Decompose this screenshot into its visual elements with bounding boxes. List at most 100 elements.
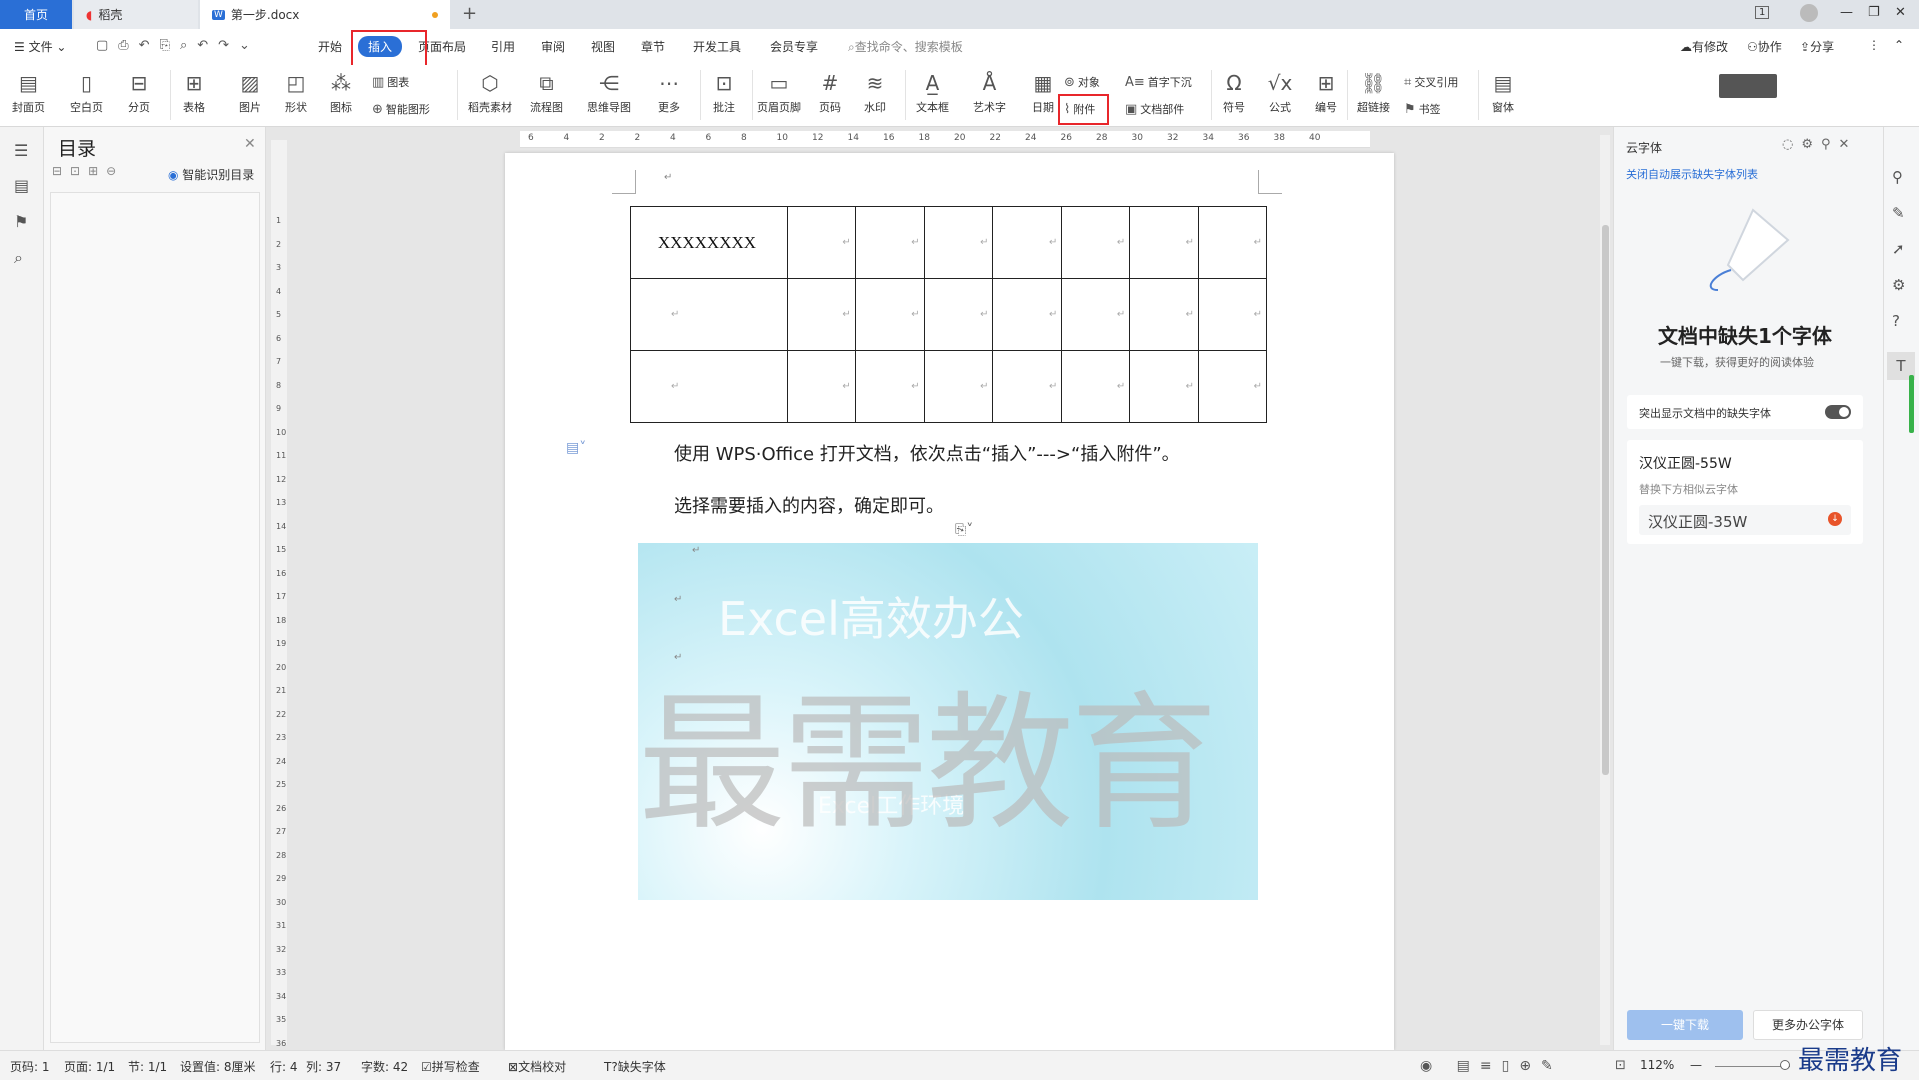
hyperlink-button[interactable]: ⛓ 超链接 [1357, 70, 1390, 115]
share-button[interactable]: ⇪分享 [1800, 38, 1834, 55]
cursor-icon[interactable]: ➚ [1892, 240, 1905, 258]
zoom-slider[interactable] [1715, 1066, 1790, 1067]
more-fonts-button[interactable]: 更多办公字体 [1753, 1010, 1863, 1040]
table-cell[interactable]: ↵ [992, 350, 1063, 423]
dropcap-button[interactable]: A≡ 首字下沉 [1125, 74, 1192, 90]
icon-button[interactable]: ⁂ 图标 [328, 70, 354, 115]
mindmap-button[interactable]: ⋲ 思维导图 [587, 70, 631, 115]
restore-button[interactable]: ❐ [1868, 5, 1880, 20]
status-row[interactable]: 行: 4 [270, 1058, 298, 1075]
status-section[interactable]: 节: 1/1 [128, 1058, 167, 1075]
more-menu-icon[interactable]: ⋮ [1868, 38, 1880, 52]
rocket-icon[interactable]: ⚲ [1892, 168, 1903, 186]
docer-material-button[interactable]: ⬡ 稻壳素材 [468, 70, 512, 115]
new-tab-button[interactable]: + [462, 3, 477, 24]
watermark-button[interactable]: ≋ 水印 [862, 70, 888, 115]
table-cell[interactable]: ↵ [923, 278, 994, 351]
crossref-button[interactable]: ⌗ 交叉引用 [1404, 74, 1458, 90]
table-cell[interactable]: ↵ [786, 206, 856, 279]
wordart-button[interactable]: Å 艺术字 [973, 70, 1006, 115]
tab-references[interactable]: 引用 [491, 38, 515, 55]
smartart-button[interactable]: ⊕ 智能图形 [372, 101, 430, 117]
numbering-button[interactable]: ⊞ 编号 [1313, 70, 1339, 115]
status-words[interactable]: 字数: 42 [361, 1058, 408, 1075]
chapter-nav-icon[interactable]: ▤ [14, 176, 29, 195]
textbox-button[interactable]: A̲ 文本框 [916, 70, 949, 115]
table-cell[interactable]: ↵ [923, 206, 994, 279]
table-cell[interactable]: ↵ [854, 278, 925, 351]
search-nav-icon[interactable]: ⌕ [14, 248, 23, 268]
tab-start[interactable]: 开始 [318, 38, 342, 55]
page-number-button[interactable]: # 页码 [817, 70, 843, 115]
paragraph-options-icon[interactable]: ▤˅ [566, 440, 586, 456]
document-table[interactable]: XXXXXXXX ↵ ↵ ↵ ↵ ↵ ↵ ↵ ↵ ↵ ↵ ↵ ↵ ↵ ↵ ↵ ↵… [630, 206, 1267, 423]
blank-page-button[interactable]: ▯ 空白页 [70, 70, 103, 115]
table-button[interactable]: ⊞ 表格 [181, 70, 207, 115]
help-icon[interactable]: ? [1892, 312, 1900, 330]
settings-sliders-icon[interactable]: ⚙ [1892, 276, 1905, 294]
table-cell[interactable]: ↵ [630, 350, 788, 423]
status-col[interactable]: 列: 37 [306, 1058, 341, 1075]
file-menu[interactable]: ☰ 文件 ⌄ [14, 38, 66, 55]
more-button[interactable]: ⋯ 更多 [656, 70, 682, 115]
scrollbar-thumb[interactable] [1602, 225, 1609, 775]
missing-font-status-button[interactable]: T?缺失字体 [604, 1058, 666, 1075]
table-cell[interactable]: ↵ [786, 350, 856, 423]
table-cell[interactable]: ↵ [1198, 278, 1267, 351]
bookmark-nav-icon[interactable]: ⚑ [14, 212, 28, 231]
quick-access-toolbar[interactable]: ▢⎙↶⎘⌕↶↷⌄ [96, 38, 260, 53]
status-pages[interactable]: 页面: 1/1 [64, 1058, 115, 1075]
table-cell[interactable]: ↵ [630, 278, 788, 351]
toc-toolbar-icons[interactable]: ⊟⊡⊞⊖ [52, 164, 124, 178]
object-button[interactable]: ⊚ 对象 [1064, 74, 1100, 90]
status-page[interactable]: 页码: 1 [10, 1058, 50, 1075]
toc-nav-icon[interactable]: ☰ [14, 141, 28, 160]
doc-parts-button[interactable]: ▣ 文档部件 [1125, 101, 1184, 117]
collapse-ribbon-icon[interactable]: ⌃ [1894, 38, 1904, 52]
tab-member[interactable]: 会员专享 [770, 38, 818, 55]
table-cell[interactable]: ↵ [992, 278, 1063, 351]
fit-page-icon[interactable]: ⊡ [1615, 1058, 1626, 1073]
highlight-missing-fonts-toggle[interactable] [1825, 405, 1851, 419]
disable-auto-show-link[interactable]: 关闭自动展示缺失字体列表 [1626, 166, 1758, 182]
table-cell[interactable]: ↵ [923, 350, 994, 423]
paste-options-icon[interactable]: ⎘˅ [955, 522, 973, 538]
table-cell[interactable]: ↵ [854, 206, 925, 279]
tab-docer[interactable]: ◖ 稻壳 [74, 0, 198, 29]
date-button[interactable]: ▦ 日期 [1030, 70, 1056, 115]
table-cell[interactable]: ↵ [1061, 278, 1131, 351]
zoom-slider-thumb[interactable] [1780, 1060, 1790, 1070]
table-cell[interactable]: ↵ [1129, 278, 1200, 351]
chart-button[interactable]: ▥ 图表 [372, 74, 409, 90]
spell-check-button[interactable]: ☑拼写检查 [421, 1058, 480, 1075]
window-form-button[interactable]: ▤ 窗体 [1490, 70, 1516, 115]
tab-document[interactable]: W 第一步.docx [200, 0, 450, 29]
shape-button[interactable]: ◰ 形状 [283, 70, 309, 115]
bookmark-button[interactable]: ⚑ 书签 [1404, 101, 1441, 117]
instruction-paragraph-2[interactable]: 选择需要插入的内容，确定即可。 [674, 492, 944, 518]
user-avatar[interactable] [1800, 4, 1818, 22]
flowchart-button[interactable]: ⧉ 流程图 [530, 70, 563, 115]
table-cell[interactable]: XXXXXXXX [630, 206, 788, 279]
close-window-button[interactable]: ✕ [1895, 5, 1906, 20]
tab-chapter[interactable]: 章节 [641, 38, 665, 55]
tab-view[interactable]: 视图 [591, 38, 615, 55]
window-count-badge[interactable]: 1 [1755, 6, 1770, 19]
table-cell[interactable]: ↵ [1198, 350, 1267, 423]
table-cell[interactable]: ↵ [1129, 206, 1200, 279]
table-cell[interactable]: ↵ [1198, 206, 1267, 279]
view-mode-icons[interactable]: ◉ ▤≡▯⊕✎ [1420, 1058, 1563, 1074]
formula-button[interactable]: √x 公式 [1267, 70, 1293, 115]
status-setting[interactable]: 设置值: 8厘米 [180, 1058, 256, 1075]
tab-review[interactable]: 审阅 [541, 38, 565, 55]
zoom-out-button[interactable]: — [1690, 1058, 1702, 1072]
download-badge-icon[interactable]: ↓ [1828, 512, 1842, 526]
picture-button[interactable]: ▨ 图片 [237, 70, 263, 115]
panel-header-icons[interactable]: ◌⚙⚲✕ [1782, 137, 1857, 152]
tab-developer[interactable]: 开发工具 [693, 38, 741, 55]
table-cell[interactable]: ↵ [1061, 350, 1131, 423]
table-cell[interactable]: ↵ [786, 278, 856, 351]
keyboard-widget-icon[interactable] [1719, 74, 1777, 98]
symbol-button[interactable]: Ω 符号 [1221, 70, 1247, 115]
toc-close-icon[interactable]: ✕ [244, 136, 256, 152]
